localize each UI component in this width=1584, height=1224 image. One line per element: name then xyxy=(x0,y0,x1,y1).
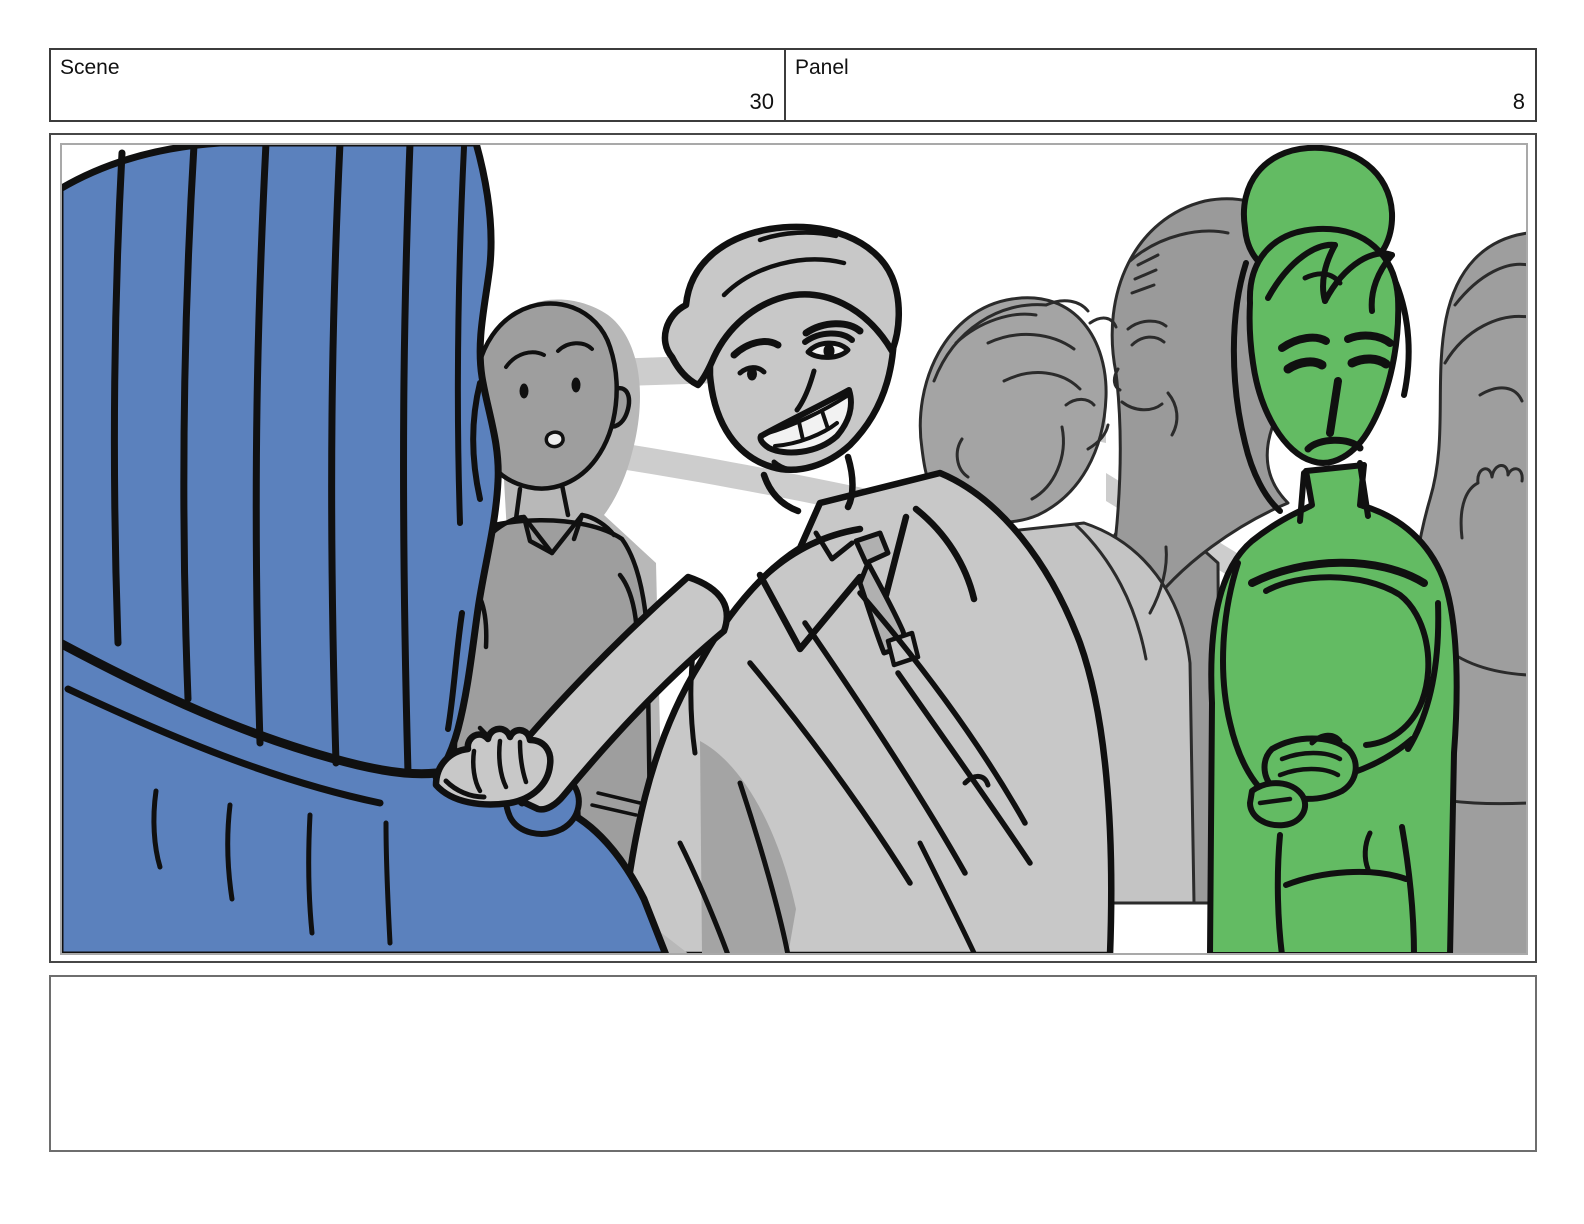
notes-box[interactable] xyxy=(49,975,1537,1152)
scene-header-cell: Scene 30 xyxy=(49,48,786,122)
storyboard-page: Scene 30 Panel 8 xyxy=(0,0,1584,1224)
panel-label: Panel xyxy=(795,56,849,79)
scene-label: Scene xyxy=(60,56,120,79)
panel-header-cell: Panel 8 xyxy=(784,48,1537,122)
scene-number[interactable]: 30 xyxy=(750,89,774,115)
storyboard-panel-frame xyxy=(49,133,1537,963)
panel-number[interactable]: 8 xyxy=(1513,89,1525,115)
storyboard-canvas xyxy=(60,143,1528,955)
